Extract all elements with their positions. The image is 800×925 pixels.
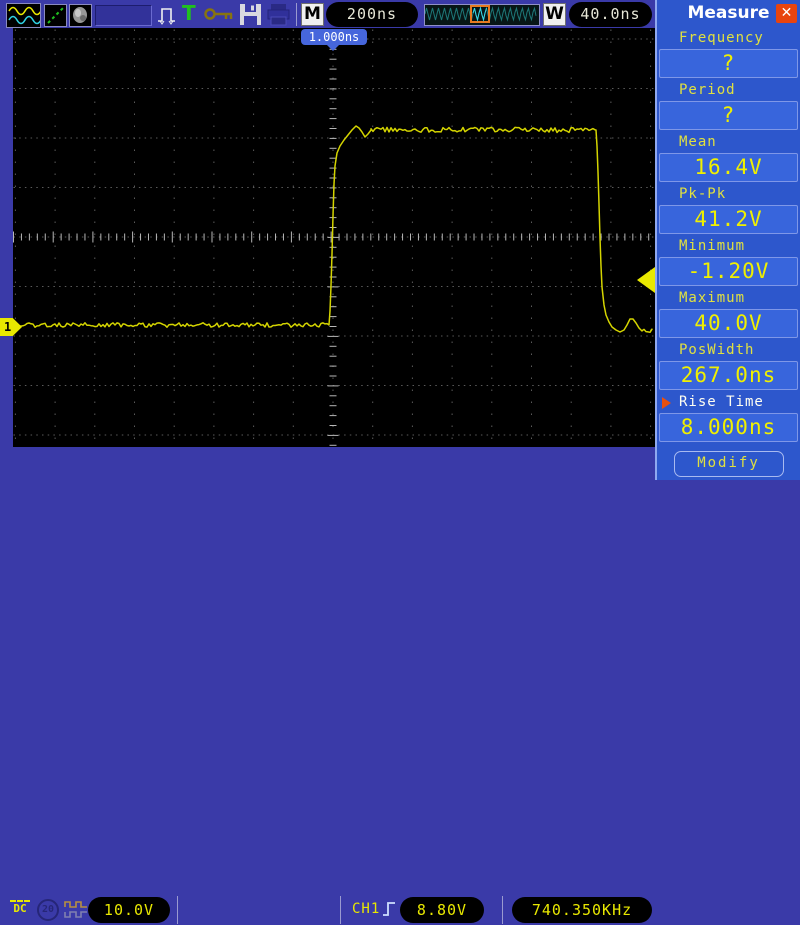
measure-item-label: Frequency [679, 30, 764, 46]
measure-item-value-text: ? [722, 103, 736, 127]
measure-item-label: Rise Time [679, 394, 764, 410]
trigger-level-readout[interactable]: 8.80V [400, 897, 484, 923]
measure-panel: Measure ✕ Frequency?Period?Mean16.4VPk-P… [655, 0, 800, 480]
measure-item-label-row: Frequency [657, 28, 800, 49]
bandwidth-limit-icon: 20 [37, 899, 59, 921]
channel1-marker-label: 1 [4, 320, 11, 334]
measure-item-value: -1.20V [659, 257, 798, 286]
measure-item[interactable]: Pk-Pk 41.2V [657, 184, 800, 234]
measure-item-value: 267.0ns [659, 361, 798, 390]
trigger-frequency-readout[interactable]: 740.350KHz [512, 897, 652, 923]
measure-item-label-row: Period [657, 80, 800, 101]
measure-item-value-text: 8.000ns [681, 415, 777, 439]
floppy-icon [239, 3, 263, 26]
measure-item-label-row: Maximum [657, 288, 800, 309]
coupling-label: DC [13, 902, 26, 915]
measure-item-value-text: ? [722, 51, 736, 75]
measure-item-label: Mean [679, 134, 717, 150]
measure-item-label-row: Pk-Pk [657, 184, 800, 205]
pulse-trigger-icon[interactable] [156, 4, 178, 29]
measure-item-value: ? [659, 49, 798, 78]
measure-item-value: 41.2V [659, 205, 798, 234]
square-wave-icon [64, 899, 88, 921]
measure-item-value: 16.4V [659, 153, 798, 182]
measure-item-label: Pk-Pk [679, 186, 726, 202]
bandwidth-limit-label: 20 [42, 904, 54, 915]
ch1-scale-readout[interactable]: 10.0V [88, 897, 170, 923]
coupling-dc-icon: DC [10, 900, 30, 914]
measure-item-label: PosWidth [679, 342, 754, 358]
measure-item[interactable]: Minimum -1.20V [657, 236, 800, 286]
window-timebase-readout[interactable]: 40.0ns [569, 2, 652, 27]
measure-item[interactable]: Period? [657, 80, 800, 130]
measure-item-value-text: 40.0V [694, 311, 762, 335]
measure-item[interactable]: Mean 16.4V [657, 132, 800, 182]
trigger-t-icon[interactable]: T [182, 1, 200, 25]
print-button[interactable] [266, 3, 292, 30]
window-timebase-label: W [543, 3, 566, 26]
bottom-status-bar: DC 20 10.0V CH1 8.80V 740.350KHz [0, 447, 655, 480]
save-button[interactable] [239, 3, 263, 30]
trigger-position-value: 1.000ns [309, 30, 360, 44]
trigger-source-label: CH1 [352, 901, 380, 917]
measure-item[interactable]: PosWidth 267.0ns [657, 340, 800, 390]
rising-edge-icon [381, 899, 399, 919]
printer-icon [266, 3, 292, 26]
measure-item-label-row: PosWidth [657, 340, 800, 361]
measure-item-value: 8.000ns [659, 413, 798, 442]
measure-item-label: Maximum [679, 290, 745, 306]
bottombar-separator [177, 896, 178, 924]
measure-panel-header: Measure ✕ [657, 0, 800, 28]
measure-item-label: Minimum [679, 238, 745, 254]
waveform-preview-icon [425, 5, 537, 23]
measure-item-label-row: Mean [657, 132, 800, 153]
toolbar-separator [296, 3, 297, 26]
trigger-slope-icon [381, 899, 399, 923]
measure-item-label-row: Minimum [657, 236, 800, 257]
channel-waveforms-icon[interactable] [6, 3, 41, 28]
sine-waves-icon [7, 4, 40, 27]
measure-item-label-row: Rise Time [657, 392, 800, 413]
main-timebase-readout[interactable]: 200ns [326, 2, 418, 27]
status-field [95, 5, 152, 26]
measure-item[interactable]: Frequency? [657, 28, 800, 78]
measure-items: Frequency?Period?Mean16.4VPk-Pk41.2VMini… [657, 28, 800, 444]
scope-screen [13, 28, 655, 447]
measure-item-value-text: -1.20V [688, 259, 770, 283]
measure-item-value: ? [659, 101, 798, 130]
selected-arrow-icon [662, 397, 671, 409]
measure-item-value: 40.0V [659, 309, 798, 338]
bottombar-separator [340, 896, 341, 924]
measure-item-value-text: 267.0ns [681, 363, 777, 387]
measure-item[interactable]: Rise Time 8.000ns [657, 392, 800, 442]
measure-item-label: Period [679, 82, 736, 98]
cursor-line-icon[interactable] [44, 4, 67, 27]
grayscale-blob-icon [70, 5, 91, 26]
key-icon [204, 7, 236, 22]
lock-key-icon[interactable] [204, 7, 236, 26]
measure-item-value-text: 16.4V [694, 155, 762, 179]
modify-button[interactable]: Modify [674, 451, 784, 477]
bottombar-separator [502, 896, 503, 924]
bitmap-icon[interactable] [69, 4, 92, 27]
pulse-icon [156, 4, 178, 25]
waveform-preview[interactable] [424, 4, 540, 26]
measure-item[interactable]: Maximum 40.0V [657, 288, 800, 338]
invert-waveform-icon [64, 899, 88, 925]
close-icon[interactable]: ✕ [776, 4, 797, 23]
measure-item-value-text: 41.2V [694, 207, 762, 231]
trigger-position-tag[interactable]: 1.000ns [301, 29, 367, 45]
main-timebase-label: M [301, 3, 324, 26]
top-toolbar: T M 200ns W 40.0ns [0, 0, 655, 28]
dashed-line-icon [45, 5, 66, 26]
